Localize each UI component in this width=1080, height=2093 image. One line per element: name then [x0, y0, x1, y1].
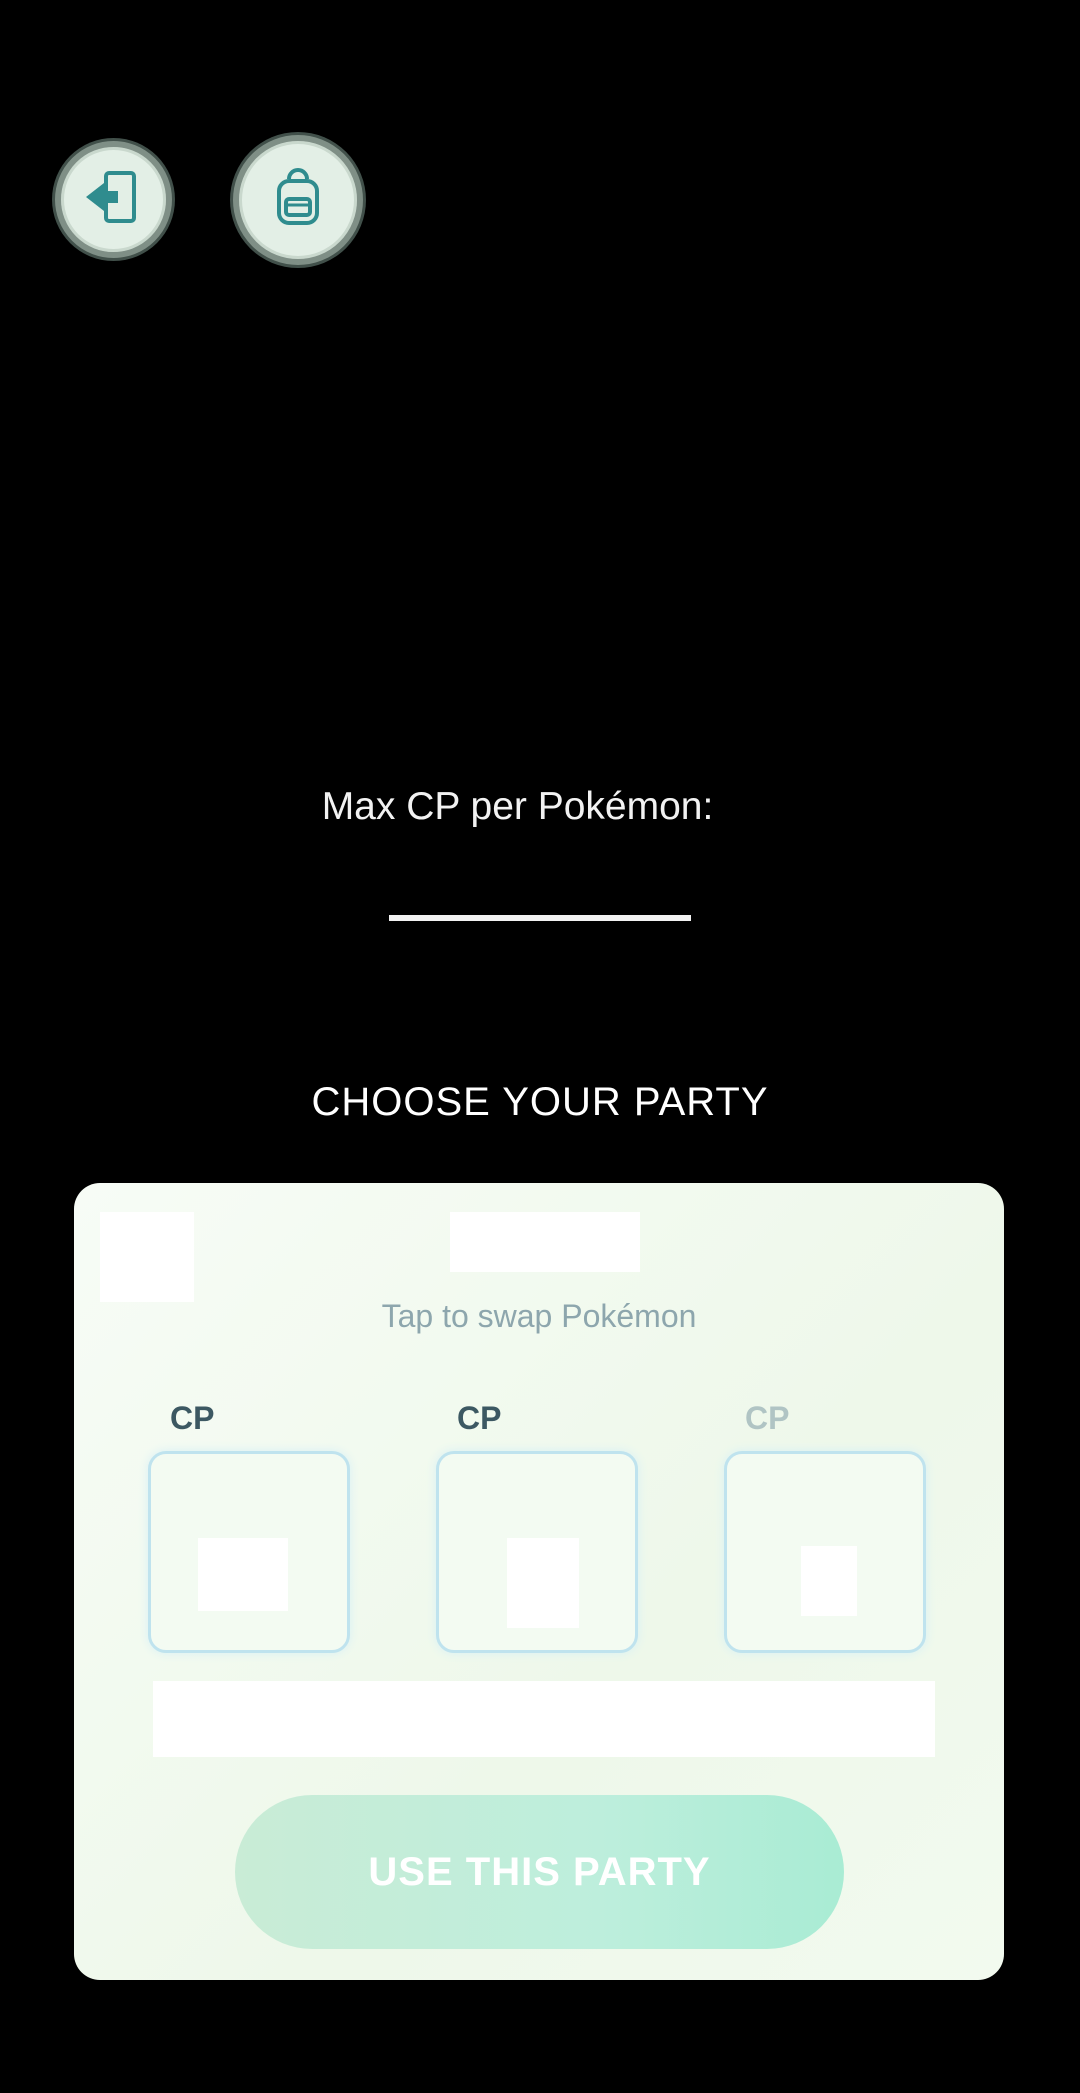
party-info-placeholder	[153, 1681, 935, 1757]
tap-to-swap-hint: Tap to swap Pokémon	[381, 1298, 697, 1334]
exit-button[interactable]	[55, 141, 172, 258]
slot-3-cp-label: CP	[745, 1400, 790, 1436]
slot-1-cp-label: CP	[170, 1400, 215, 1436]
slot-1-pokemon-placeholder	[198, 1538, 288, 1611]
slot-2-pokemon-placeholder	[507, 1538, 579, 1628]
choose-party-title: CHOOSE YOUR PARTY	[311, 1080, 769, 1124]
max-cp-label: Max CP per Pokémon:	[321, 785, 714, 828]
exit-door-arrow-icon	[82, 165, 146, 234]
party-slot-3[interactable]	[724, 1451, 926, 1653]
party-name-placeholder	[450, 1212, 640, 1272]
party-header-left-placeholder	[100, 1212, 194, 1302]
party-slot-2[interactable]	[436, 1451, 638, 1653]
slot-3-pokemon-placeholder	[801, 1546, 857, 1616]
item-bag-button[interactable]	[233, 135, 363, 265]
party-slot-1[interactable]	[148, 1451, 350, 1653]
slot-2-cp-label: CP	[457, 1400, 502, 1436]
backpack-icon	[265, 165, 331, 236]
max-cp-value-underline	[389, 915, 691, 921]
use-this-party-button[interactable]: USE THIS PARTY	[235, 1795, 844, 1949]
